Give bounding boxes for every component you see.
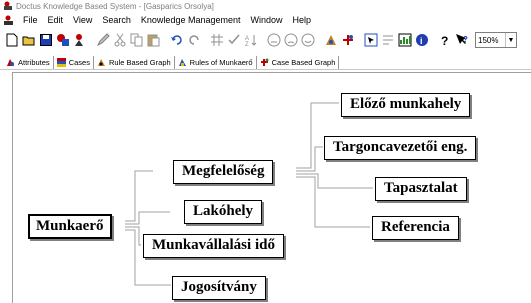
menu-edit[interactable]: Edit <box>43 15 69 25</box>
grid-icon[interactable] <box>209 32 225 48</box>
knowledge-base-icon[interactable] <box>55 32 71 48</box>
node-targoncavezetoi-eng-label: Targoncavezetői eng. <box>333 139 468 155</box>
zoom-select[interactable]: 150% ▼ <box>475 32 517 48</box>
node-targoncavezetoi-eng[interactable]: Targoncavezetői eng. <box>324 136 477 160</box>
new-file-icon[interactable] <box>4 32 20 48</box>
menu-view[interactable]: View <box>68 15 97 25</box>
check-edit-icon[interactable] <box>226 32 242 48</box>
edit-pencil-icon[interactable] <box>95 32 111 48</box>
tab-case-based-graph[interactable]: Case Based Graph <box>257 56 340 69</box>
toolbar: AZ i ? ? 150% ▼ <box>0 28 531 52</box>
svg-text:i: i <box>420 36 423 46</box>
rule-graph-canvas[interactable]: Munkaerő Megfelelőség Lakóhely Munkaváll… <box>12 72 531 303</box>
paste-icon[interactable] <box>146 32 162 48</box>
case-graph-tool-icon[interactable] <box>340 32 356 48</box>
zoom-value: 150% <box>478 35 499 45</box>
tab-rule-based-graph-label: Rule Based Graph <box>108 58 171 67</box>
node-munkavallalasi-ido-label: Munkavállalási idő <box>152 237 275 253</box>
rule-graph-tool-icon[interactable] <box>323 32 339 48</box>
rules-tool-icon[interactable] <box>380 32 396 48</box>
attributes-icon <box>6 58 15 67</box>
open-folder-icon[interactable] <box>21 32 37 48</box>
save-icon[interactable] <box>38 32 54 48</box>
edge-megfeleloseg-targonca <box>296 146 323 172</box>
menu-help[interactable]: Help <box>288 15 317 25</box>
node-referencia[interactable]: Referencia <box>372 216 459 240</box>
rules-icon <box>178 58 187 67</box>
node-tapasztalat[interactable]: Tapasztalat <box>375 177 467 201</box>
svg-text:?: ? <box>441 34 448 47</box>
app-icon <box>3 1 13 11</box>
menu-file[interactable]: File <box>18 15 43 25</box>
select-icon[interactable] <box>363 32 379 48</box>
copy-icon[interactable] <box>129 32 145 48</box>
window-title: Doctus Knowledge Based System - [Gaspari… <box>16 1 214 11</box>
view-tabs: Attributes Cases Rule Based Graph Rules … <box>0 56 531 70</box>
node-elozo-munkahely-label: Előző munkahely <box>350 96 462 112</box>
tab-attributes-label: Attributes <box>18 58 50 67</box>
tab-case-based-graph-label: Case Based Graph <box>271 58 336 67</box>
tab-rule-based-graph[interactable]: Rule Based Graph <box>93 56 175 69</box>
face-happy-icon[interactable] <box>300 32 316 48</box>
edge-megfeleloseg-tapasztalat <box>296 173 373 189</box>
redo-icon[interactable] <box>186 32 202 48</box>
cases-icon <box>56 58 66 67</box>
node-megfeleloseg[interactable]: Megfelelőség <box>173 160 274 184</box>
title-bar: Doctus Knowledge Based System - [Gaspari… <box>0 0 531 12</box>
case-graph-icon <box>260 58 269 67</box>
svg-text:Z: Z <box>245 42 249 47</box>
tab-rules-of-munkaero[interactable]: Rules of Munkaerő <box>175 56 257 69</box>
document-icon[interactable] <box>3 15 14 26</box>
rule-graph-icon <box>97 58 106 67</box>
face-sad-icon[interactable] <box>283 32 299 48</box>
edge-megfeleloseg-referencia <box>296 176 370 228</box>
menu-bar: File Edit View Search Knowledge Manageme… <box>0 12 531 28</box>
menu-window[interactable]: Window <box>246 15 288 25</box>
menu-search[interactable]: Search <box>97 15 136 25</box>
node-megfeleloseg-label: Megfelelőség <box>182 163 265 179</box>
node-referencia-label: Referencia <box>381 219 450 235</box>
tab-cases-label: Cases <box>68 58 90 67</box>
undo-icon[interactable] <box>169 32 185 48</box>
chevron-down-icon[interactable]: ▼ <box>505 33 516 47</box>
node-tapasztalat-label: Tapasztalat <box>384 180 458 196</box>
node-munkavallalasi-ido[interactable]: Munkavállalási idő <box>143 234 284 258</box>
chart-icon[interactable] <box>397 32 413 48</box>
node-jogositvany-label: Jogosítvány <box>181 279 257 295</box>
node-munkaero[interactable]: Munkaerő <box>28 214 112 239</box>
menu-knowledge-management[interactable]: Knowledge Management <box>136 15 246 25</box>
info-icon[interactable]: i <box>414 32 430 48</box>
node-lakohely-label: Lakóhely <box>193 203 254 219</box>
node-jogositvany[interactable]: Jogosítvány <box>172 276 266 300</box>
tab-rules-of-munkaero-label: Rules of Munkaerő <box>189 58 253 67</box>
node-munkaero-label: Munkaerő <box>36 218 104 234</box>
tab-attributes[interactable]: Attributes <box>3 56 54 69</box>
node-lakohely[interactable]: Lakóhely <box>184 200 263 224</box>
sort-icon[interactable]: AZ <box>243 32 259 48</box>
expert-icon[interactable] <box>72 32 88 48</box>
help-icon[interactable]: ? <box>437 32 453 48</box>
face-neutral-icon[interactable] <box>266 32 282 48</box>
cut-icon[interactable] <box>112 32 128 48</box>
tab-cases[interactable]: Cases <box>54 56 94 69</box>
context-help-icon[interactable]: ? <box>454 32 470 48</box>
node-elozo-munkahely[interactable]: Előző munkahely <box>341 93 471 117</box>
svg-text:?: ? <box>463 35 468 44</box>
edge-munkaero-lakohely <box>125 211 170 225</box>
